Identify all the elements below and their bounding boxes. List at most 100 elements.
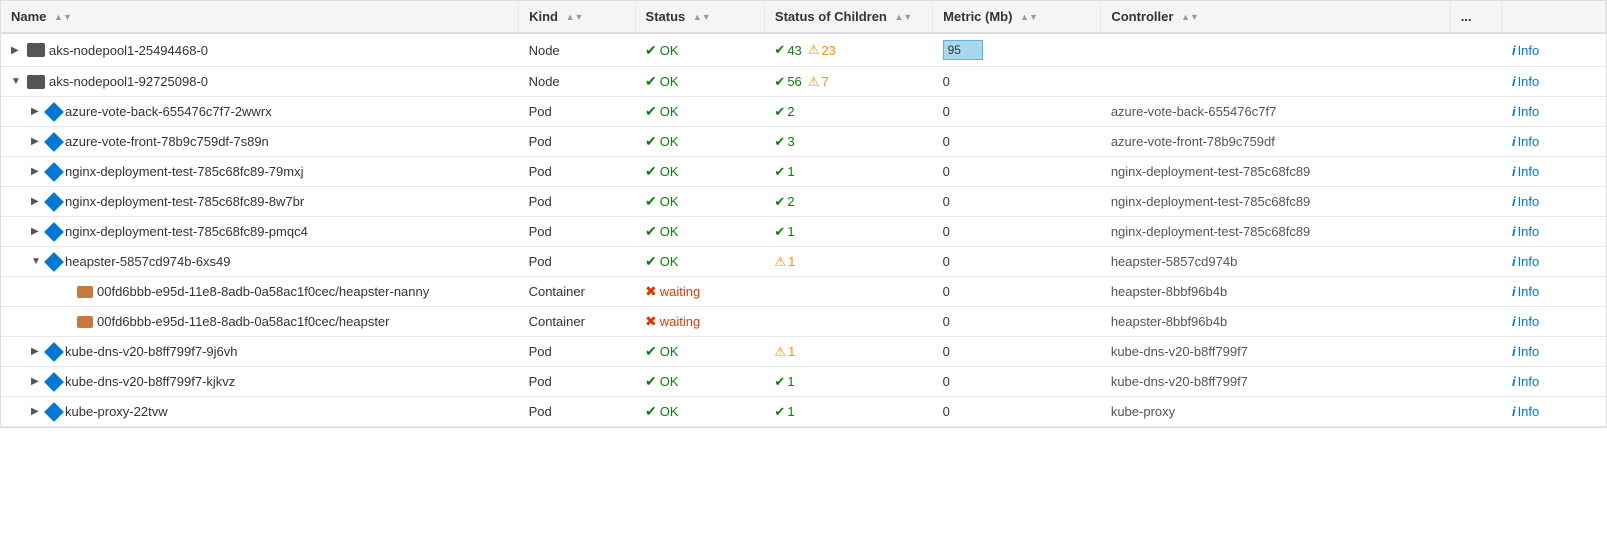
metric-bar: 95 xyxy=(943,40,983,60)
controller-cell: kube-dns-v20-b8ff799f7 xyxy=(1101,337,1450,367)
status-label: waiting xyxy=(660,284,700,299)
status-cell: ✔ OK xyxy=(635,367,764,397)
info-cell[interactable]: i Info xyxy=(1502,67,1606,97)
expand-arrow[interactable]: ▶ xyxy=(31,376,43,387)
expand-arrow[interactable]: ▶ xyxy=(31,226,43,237)
info-cell[interactable]: i Info xyxy=(1502,307,1606,337)
info-link[interactable]: i Info xyxy=(1512,374,1596,389)
info-cell[interactable]: i Info xyxy=(1502,157,1606,187)
expand-arrow[interactable]: ▼ xyxy=(31,256,43,267)
check-icon: ✔ xyxy=(645,42,657,59)
kind-cell: Pod xyxy=(519,97,635,127)
table-row: ▶nginx-deployment-test-785c68fc89-pmqc4P… xyxy=(1,217,1606,247)
table-row: ▶nginx-deployment-test-785c68fc89-79mxjP… xyxy=(1,157,1606,187)
children-cell: ✔ 1 xyxy=(764,367,932,397)
info-label: Info xyxy=(1518,374,1540,389)
metric-cell: 0 xyxy=(933,337,1101,367)
col-header-children[interactable]: Status of Children ▲▼ xyxy=(764,1,932,33)
info-icon: i xyxy=(1512,134,1516,149)
metric-cell: 95 xyxy=(933,33,1101,67)
resource-name: nginx-deployment-test-785c68fc89-79mxj xyxy=(65,164,303,179)
pod-icon xyxy=(44,102,64,122)
info-cell[interactable]: i Info xyxy=(1502,217,1606,247)
expand-arrow[interactable]: ▼ xyxy=(11,76,23,87)
dots-cell xyxy=(1450,367,1502,397)
info-link[interactable]: i Info xyxy=(1512,284,1596,299)
controller-cell: heapster-5857cd974b xyxy=(1101,247,1450,277)
expand-arrow[interactable]: ▶ xyxy=(11,45,23,56)
col-header-controller[interactable]: Controller ▲▼ xyxy=(1101,1,1450,33)
expand-arrow[interactable]: ▶ xyxy=(31,166,43,177)
info-label: Info xyxy=(1518,74,1540,89)
info-cell[interactable]: i Info xyxy=(1502,33,1606,67)
status-cell: ✔ OK xyxy=(635,127,764,157)
resource-name: aks-nodepool1-25494468-0 xyxy=(49,43,208,58)
children-warn-count: ⚠ 1 xyxy=(774,344,795,360)
metric-cell: 0 xyxy=(933,397,1101,427)
check-icon: ✔ xyxy=(645,163,657,180)
sort-icon-controller: ▲▼ xyxy=(1181,13,1199,22)
info-link[interactable]: i Info xyxy=(1512,194,1596,209)
kind-cell: Container xyxy=(519,277,635,307)
col-header-metric[interactable]: Metric (Mb) ▲▼ xyxy=(933,1,1101,33)
children-cell: ✔ 3 xyxy=(764,127,932,157)
info-link[interactable]: i Info xyxy=(1512,224,1596,239)
table-row: 00fd6bbb-e95d-11e8-8adb-0a58ac1f0cec/hea… xyxy=(1,277,1606,307)
info-link[interactable]: i Info xyxy=(1512,344,1596,359)
resource-name: heapster-5857cd974b-6xs49 xyxy=(65,254,231,269)
dots-cell xyxy=(1450,277,1502,307)
info-link[interactable]: i Info xyxy=(1512,404,1596,419)
status-label: OK xyxy=(660,404,679,419)
info-cell[interactable]: i Info xyxy=(1502,127,1606,157)
children-cell: ✔ 43⚠ 23 xyxy=(764,33,932,67)
info-cell[interactable]: i Info xyxy=(1502,337,1606,367)
table-header: Name ▲▼ Kind ▲▼ Status ▲▼ Status of Chil… xyxy=(1,1,1606,33)
expand-arrow[interactable]: ▶ xyxy=(31,346,43,357)
controller-cell: azure-vote-back-655476c7f7 xyxy=(1101,97,1450,127)
info-link[interactable]: i Info xyxy=(1512,134,1596,149)
info-link[interactable]: i Info xyxy=(1512,74,1596,89)
status-label: OK xyxy=(660,134,679,149)
children-warn-count: ⚠ 23 xyxy=(808,42,836,58)
col-header-kind[interactable]: Kind ▲▼ xyxy=(519,1,635,33)
info-cell[interactable]: i Info xyxy=(1502,97,1606,127)
info-cell[interactable]: i Info xyxy=(1502,397,1606,427)
children-cell xyxy=(764,277,932,307)
status-label: OK xyxy=(660,43,679,58)
kind-cell: Pod xyxy=(519,217,635,247)
info-icon: i xyxy=(1512,374,1516,389)
pod-icon xyxy=(44,132,64,152)
expand-arrow[interactable]: ▶ xyxy=(31,406,43,417)
info-cell[interactable]: i Info xyxy=(1502,247,1606,277)
info-cell[interactable]: i Info xyxy=(1502,187,1606,217)
info-icon: i xyxy=(1512,194,1516,209)
expand-arrow[interactable]: ▶ xyxy=(31,106,43,117)
metric-cell: 0 xyxy=(933,367,1101,397)
info-link[interactable]: i Info xyxy=(1512,314,1596,329)
info-cell[interactable]: i Info xyxy=(1502,277,1606,307)
name-cell-7: ▶nginx-deployment-test-785c68fc89-pmqc4 xyxy=(1,217,519,247)
col-header-status[interactable]: Status ▲▼ xyxy=(635,1,764,33)
info-link[interactable]: i Info xyxy=(1512,164,1596,179)
info-link[interactable]: i Info xyxy=(1512,254,1596,269)
info-cell[interactable]: i Info xyxy=(1502,367,1606,397)
status-cell: ✔ OK xyxy=(635,337,764,367)
info-icon: i xyxy=(1512,104,1516,119)
col-header-name[interactable]: Name ▲▼ xyxy=(1,1,519,33)
info-link[interactable]: i Info xyxy=(1512,43,1596,58)
kind-cell: Node xyxy=(519,33,635,67)
controller-cell: heapster-8bbf96b4b xyxy=(1101,277,1450,307)
status-cell: ✔ OK xyxy=(635,157,764,187)
expand-arrow[interactable]: ▶ xyxy=(31,196,43,207)
children-warn-count: ⚠ 7 xyxy=(808,74,829,90)
sort-icon-metric: ▲▼ xyxy=(1020,13,1038,22)
children-ok-count: ✔ 2 xyxy=(774,194,794,210)
kind-cell: Container xyxy=(519,307,635,337)
dots-cell xyxy=(1450,33,1502,67)
pod-icon xyxy=(44,162,64,182)
expand-arrow[interactable]: ▶ xyxy=(31,136,43,147)
info-link[interactable]: i Info xyxy=(1512,104,1596,119)
status-cell: ✔ OK xyxy=(635,397,764,427)
sort-icon-children: ▲▼ xyxy=(895,13,913,22)
col-header-info xyxy=(1502,1,1606,33)
